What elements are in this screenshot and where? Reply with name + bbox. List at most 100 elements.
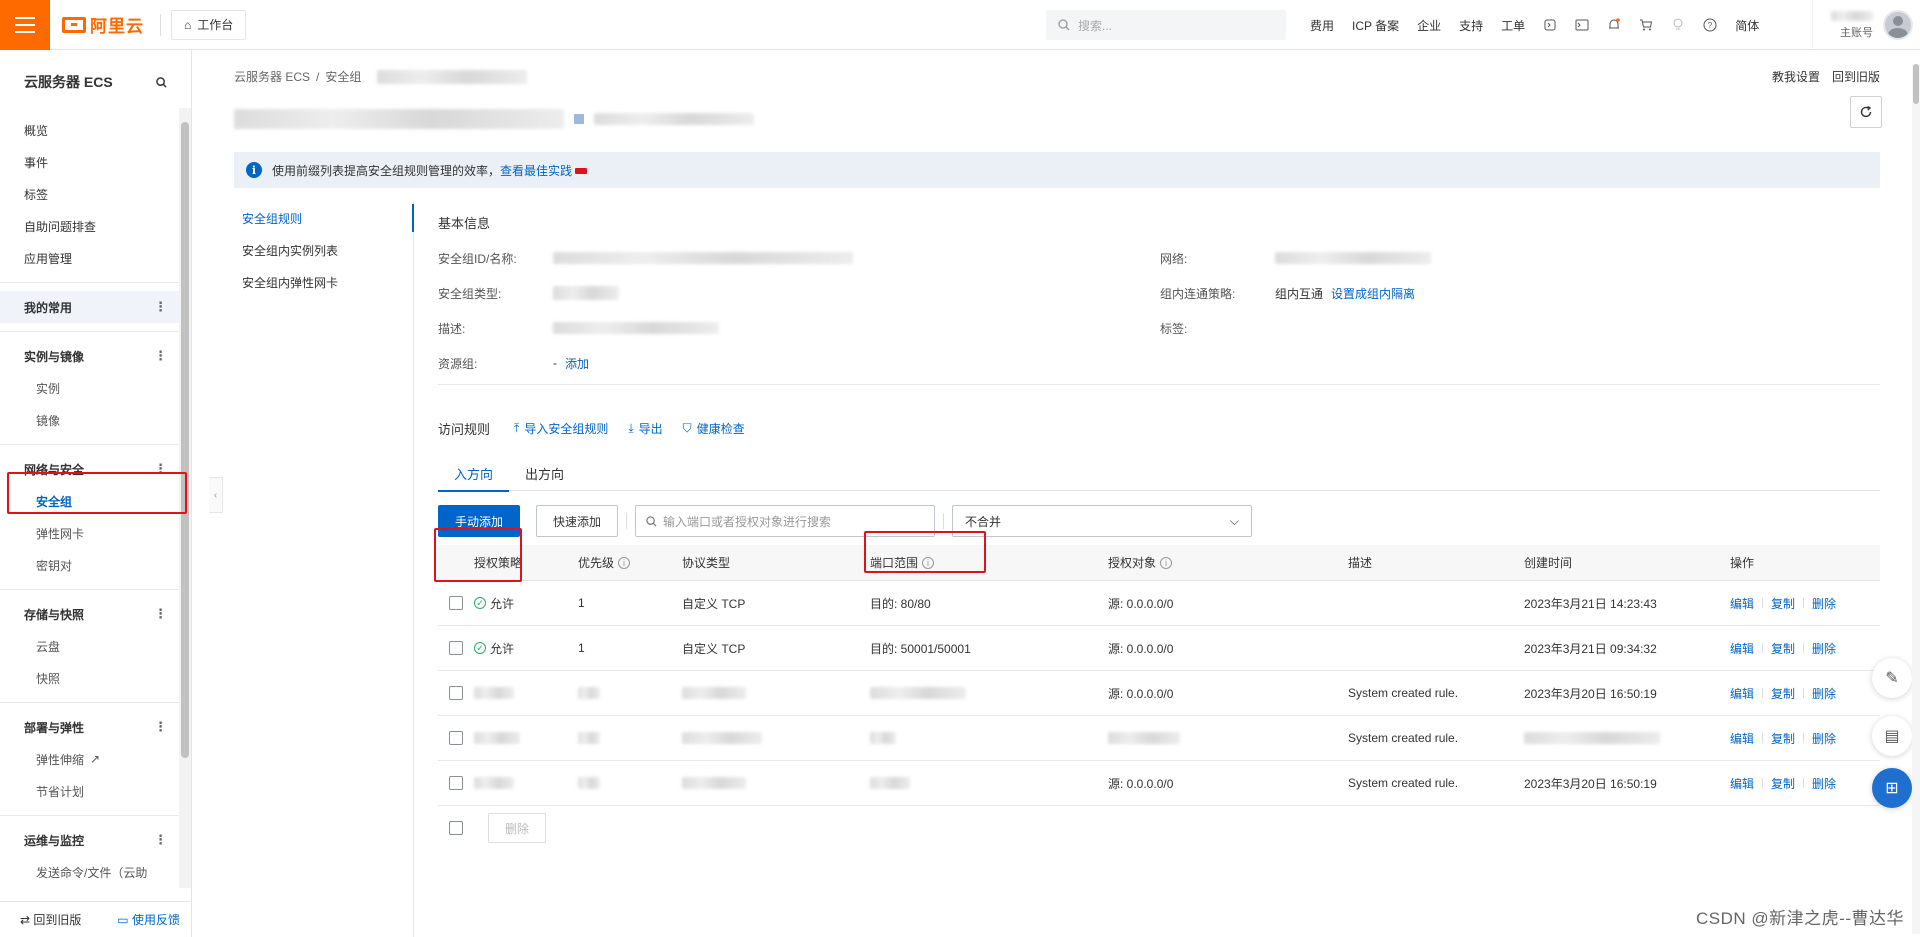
feedback-link[interactable]: ▭ 使用反馈 [117, 911, 180, 928]
copy-link[interactable]: 复制 [1771, 640, 1795, 657]
sidebar-item-keypair[interactable]: 密钥对 [0, 549, 191, 581]
tab-enis[interactable]: 安全组内弹性网卡 [234, 266, 413, 298]
sidebar-group-ops[interactable]: 运维与监控 ⋮ [0, 824, 191, 856]
info-circle-icon[interactable]: i [922, 556, 935, 569]
copy-icon[interactable] [574, 114, 584, 124]
chat-float-button[interactable]: ▤ [1872, 716, 1912, 756]
sidebar-scrollbar[interactable] [179, 108, 191, 888]
quick-add-button[interactable]: 快速添加 [536, 505, 619, 537]
more-icon[interactable]: ⋮ [154, 832, 167, 848]
more-icon[interactable]: ⋮ [154, 348, 167, 364]
sidebar-item-savings-plan[interactable]: 节省计划 [0, 775, 191, 807]
sidebar-group-favorites[interactable]: 我的常用 ⋮ [0, 291, 191, 323]
more-icon[interactable]: ⋮ [154, 461, 167, 477]
sidebar-item-autoscaling[interactable]: 弹性伸缩 ↗ [0, 743, 191, 775]
tab-security-group-rules[interactable]: 安全组规则 [234, 202, 414, 234]
page-scrollbar[interactable] [1912, 64, 1920, 934]
tab-instances[interactable]: 安全组内实例列表 [234, 234, 413, 266]
copy-link[interactable]: 复制 [1771, 685, 1795, 702]
sidebar-group-instances[interactable]: 实例与镜像 ⋮ [0, 340, 191, 372]
guide-link[interactable]: 教我设置 [1772, 68, 1820, 85]
sidebar-item-eni[interactable]: 弹性网卡 [0, 517, 191, 549]
sidebar-item-overview[interactable]: 概览 [0, 114, 191, 146]
bulb-icon[interactable] [1669, 16, 1687, 34]
edit-float-button[interactable]: ✎ [1872, 658, 1912, 698]
best-practice-link[interactable]: 查看最佳实践 [500, 164, 572, 178]
top-link-icp[interactable]: ICP 备案 [1350, 17, 1401, 34]
language-switch[interactable]: 简体 [1733, 17, 1761, 34]
delete-link[interactable]: 删除 [1812, 595, 1836, 612]
cloud-shell-icon[interactable] [1541, 16, 1559, 34]
delete-link[interactable]: 删除 [1812, 640, 1836, 657]
edit-link[interactable]: 编辑 [1730, 730, 1754, 747]
sidebar-item-events[interactable]: 事件 [0, 146, 191, 178]
sidebar-item-disk[interactable]: 云盘 [0, 630, 191, 662]
sidebar-group-network[interactable]: 网络与安全 ⋮ [0, 453, 191, 485]
copy-link[interactable]: 复制 [1771, 730, 1795, 747]
sidebar-item-tags[interactable]: 标签 [0, 178, 191, 210]
workbench-button[interactable]: ⌂ 工作台 [171, 9, 247, 40]
sidebar-item-image[interactable]: 镜像 [0, 404, 191, 436]
more-icon[interactable]: ⋮ [154, 719, 167, 735]
sidebar-item-apps[interactable]: 应用管理 [0, 242, 191, 274]
manual-add-button[interactable]: 手动添加 [438, 505, 521, 537]
cart-icon[interactable] [1637, 16, 1655, 34]
import-rules-button[interactable]: ⤒ 导入安全组规则 [514, 420, 608, 437]
add-resource-group-link[interactable]: 添加 [565, 355, 589, 372]
edit-link[interactable]: 编辑 [1730, 640, 1754, 657]
copy-link[interactable]: 复制 [1771, 595, 1795, 612]
terminal-icon[interactable] [1573, 16, 1591, 34]
top-link-fees[interactable]: 费用 [1308, 17, 1336, 34]
sidebar-item-instance[interactable]: 实例 [0, 372, 191, 404]
help-icon[interactable]: ? [1701, 16, 1719, 34]
menu-icon[interactable] [0, 0, 50, 50]
row-checkbox[interactable] [449, 731, 463, 745]
back-to-old-link[interactable]: ⇄ 回到旧版 [20, 911, 81, 928]
edit-link[interactable]: 编辑 [1730, 595, 1754, 612]
user-menu[interactable]: 主账号 [1812, 0, 1920, 50]
info-circle-icon[interactable]: i [1160, 556, 1173, 569]
export-button[interactable]: ⤓ 导出 [628, 420, 662, 437]
tab-inbound[interactable]: 入方向 [438, 455, 510, 492]
edit-link[interactable]: 编辑 [1730, 775, 1754, 792]
merge-select[interactable]: 不合并 ⌵ [952, 505, 1253, 537]
info-circle-icon[interactable]: i [618, 556, 631, 569]
breadcrumb-security-group[interactable]: 安全组 [325, 68, 361, 85]
sidebar-group-storage[interactable]: 存储与快照 ⋮ [0, 598, 191, 630]
row-checkbox[interactable] [449, 776, 463, 790]
global-search-input[interactable]: 搜索... [1046, 10, 1286, 40]
delete-link[interactable]: 删除 [1812, 775, 1836, 792]
copy-link[interactable]: 复制 [1771, 775, 1795, 792]
row-checkbox[interactable] [449, 596, 463, 610]
top-link-ticket[interactable]: 工单 [1499, 17, 1527, 34]
old-version-link[interactable]: 回到旧版 [1832, 68, 1880, 85]
rule-search-input[interactable]: 输入端口或者授权对象进行搜索 [635, 505, 936, 537]
set-isolation-link[interactable]: 设置成组内隔离 [1331, 285, 1415, 302]
apps-float-button[interactable]: ⊞ [1872, 768, 1912, 808]
brand-logo[interactable]: 阿里云 [62, 12, 144, 37]
sidebar-item-send-command[interactable]: 发送命令/文件（云助 [0, 856, 191, 888]
more-icon[interactable]: ⋮ [154, 299, 167, 315]
select-all-checkbox[interactable] [449, 821, 463, 835]
sidebar-search-icon[interactable] [156, 76, 167, 88]
delete-link[interactable]: 删除 [1812, 685, 1836, 702]
avatar[interactable] [1883, 10, 1913, 40]
sidebar-item-security-group[interactable]: 安全组 [0, 485, 191, 517]
sidebar-item-snapshot[interactable]: 快照 [0, 662, 191, 694]
sidebar-item-troubleshoot[interactable]: 自助问题排查 [0, 210, 191, 242]
more-icon[interactable]: ⋮ [154, 606, 167, 622]
top-link-support[interactable]: 支持 [1457, 17, 1485, 34]
sidebar-collapse-toggle[interactable]: ‹ [209, 477, 223, 513]
tab-outbound[interactable]: 出方向 [509, 455, 580, 491]
batch-delete-button[interactable]: 删除 [488, 813, 547, 843]
scrollbar-thumb[interactable] [1913, 64, 1919, 104]
edit-link[interactable]: 编辑 [1730, 685, 1754, 702]
health-check-button[interactable]: ⛉ 健康检查 [683, 420, 745, 437]
row-checkbox[interactable] [449, 641, 463, 655]
top-link-enterprise[interactable]: 企业 [1415, 17, 1443, 34]
scrollbar-thumb[interactable] [181, 122, 189, 758]
delete-link[interactable]: 删除 [1812, 730, 1836, 747]
breadcrumb-ecs[interactable]: 云服务器 ECS [234, 68, 310, 85]
sidebar-group-deploy[interactable]: 部署与弹性 ⋮ [0, 711, 191, 743]
row-checkbox[interactable] [449, 686, 463, 700]
